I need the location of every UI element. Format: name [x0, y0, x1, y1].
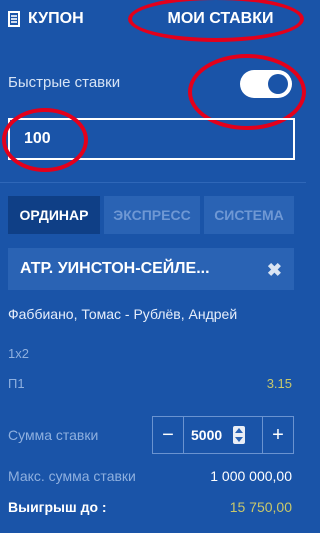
potential-win-value: 15 750,00	[229, 499, 292, 515]
toggle-knob	[268, 74, 288, 94]
increase-stake-button[interactable]: +	[262, 417, 293, 453]
tab-coupon-label: КУПОН	[28, 10, 84, 27]
quick-bet-amount-value: 100	[24, 130, 51, 147]
decrease-stake-button[interactable]: −	[153, 417, 184, 453]
tab-my-bets[interactable]: МОИ СТАВКИ	[143, 0, 298, 38]
tab-my-bets-label: МОИ СТАВКИ	[167, 10, 274, 27]
stake-amount-input[interactable]: 5000	[191, 427, 222, 443]
potential-win-label: Выигрыш до :	[8, 499, 107, 515]
tab-express[interactable]: ЭКСПРЕСС	[104, 196, 200, 234]
max-stake-label: Макс. сумма ставки	[8, 468, 136, 484]
coupon-icon	[8, 11, 20, 27]
tab-system[interactable]: СИСТЕМА	[204, 196, 294, 234]
odds-value: 3.15	[266, 376, 292, 391]
tab-single[interactable]: ОРДИНАР	[8, 196, 100, 234]
spinner-icon[interactable]	[233, 426, 245, 444]
event-header: АТР. УИНСТОН-СЕЙЛЕ... ✖	[8, 248, 294, 290]
quick-bets-label: Быстрые ставки	[8, 74, 121, 91]
outcome-name: П1	[8, 376, 25, 391]
market-name: 1x2	[8, 346, 29, 361]
quick-bet-amount-input[interactable]: 100	[8, 118, 295, 160]
stake-stepper: − 5000 +	[152, 416, 294, 454]
stake-label: Сумма ставки	[8, 427, 99, 443]
top-tabs: КУПОН МОИ СТАВКИ	[0, 0, 306, 38]
max-stake-value: 1 000 000,00	[210, 468, 292, 484]
divider	[0, 182, 306, 183]
close-icon[interactable]: ✖	[267, 260, 282, 281]
tab-coupon[interactable]: КУПОН	[8, 8, 84, 30]
quick-bets-toggle[interactable]	[240, 70, 292, 98]
event-players: Фаббиано, Томас - Рублёв, Андрей	[8, 306, 238, 322]
event-title: АТР. УИНСТОН-СЕЙЛЕ...	[20, 260, 210, 277]
